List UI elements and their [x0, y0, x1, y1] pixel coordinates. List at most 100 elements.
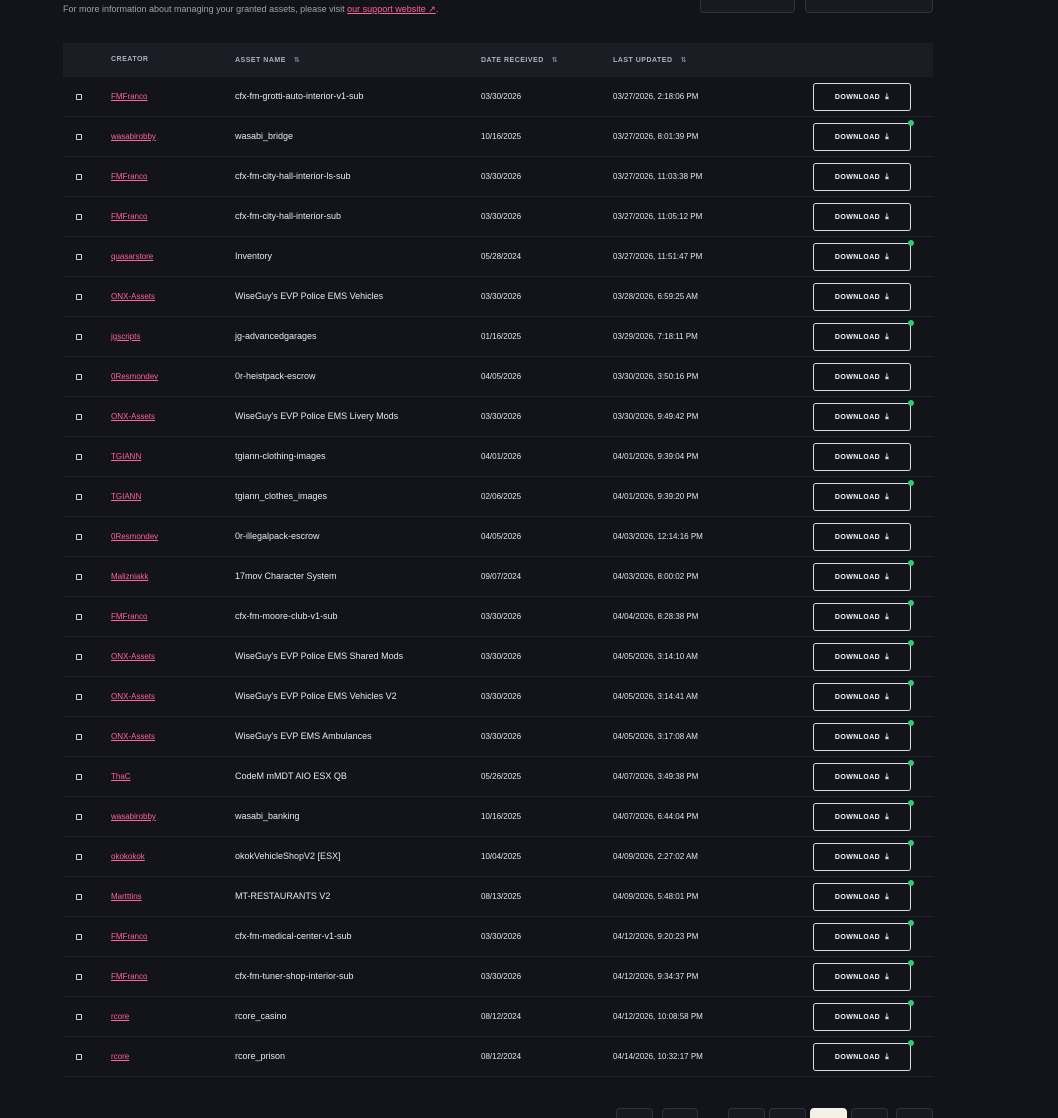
download-button[interactable]: DOWNLOAD ⤓ [813, 243, 911, 271]
creator-link[interactable]: ONX-Assets [111, 652, 155, 661]
download-button[interactable]: DOWNLOAD ⤓ [813, 923, 911, 951]
download-button[interactable]: DOWNLOAD ⤓ [813, 403, 911, 431]
download-button[interactable]: DOWNLOAD ⤓ [813, 563, 911, 591]
creator-link[interactable]: TGIANN [111, 452, 141, 461]
download-button[interactable]: DOWNLOAD ⤓ [813, 363, 911, 391]
download-button[interactable]: DOWNLOAD ⤓ [813, 643, 911, 671]
top-action-button-1[interactable] [700, 0, 795, 13]
pager-button-prev[interactable] [616, 1108, 653, 1118]
row-checkbox[interactable] [76, 574, 82, 580]
row-checkbox[interactable] [76, 814, 82, 820]
last-updated: 03/30/2026, 9:49:42 PM [613, 412, 699, 421]
row-checkbox[interactable] [76, 1014, 82, 1020]
last-updated: 04/14/2026, 10:32:17 PM [613, 1052, 703, 1061]
support-website-link[interactable]: our support website ↗ [347, 4, 436, 14]
creator-link[interactable]: jgscripts [111, 332, 140, 341]
row-checkbox[interactable] [76, 454, 82, 460]
creator-link[interactable]: ONX-Assets [111, 692, 155, 701]
row-checkbox[interactable] [76, 374, 82, 380]
creator-link[interactable]: Malizniakk [111, 572, 148, 581]
column-header-asset-name[interactable]: ASSET NAME ⇅ [235, 56, 300, 64]
column-header-date-received[interactable]: DATE RECEIVED ⇅ [481, 56, 558, 64]
creator-link[interactable]: okokokok [111, 852, 145, 861]
table-row: wasabirobby wasabi_banking 10/16/2025 04/07… [63, 797, 933, 837]
download-button[interactable]: DOWNLOAD ⤓ [813, 163, 911, 191]
row-checkbox[interactable] [76, 694, 82, 700]
creator-link[interactable]: FMFranco [111, 212, 147, 221]
download-button[interactable]: DOWNLOAD ⤓ [813, 123, 911, 151]
download-button[interactable]: DOWNLOAD ⤓ [813, 763, 911, 791]
pager-button[interactable] [851, 1108, 888, 1118]
creator-link[interactable]: 0Resmondev [111, 532, 158, 541]
creator-link[interactable]: Martttins [111, 892, 142, 901]
download-button[interactable]: DOWNLOAD ⤓ [813, 963, 911, 991]
table-row: TGIANN tgiann_clothes_images 02/06/2025 04/… [63, 477, 933, 517]
creator-link[interactable]: FMFranco [111, 932, 147, 941]
row-checkbox[interactable] [76, 174, 82, 180]
download-button[interactable]: DOWNLOAD ⤓ [813, 843, 911, 871]
row-checkbox[interactable] [76, 294, 82, 300]
download-button[interactable]: DOWNLOAD ⤓ [813, 883, 911, 911]
creator-link[interactable]: ONX-Assets [111, 292, 155, 301]
pager-button-next[interactable] [896, 1108, 933, 1118]
creator-link[interactable]: wasabirobby [111, 132, 156, 141]
pager-button-active[interactable] [810, 1108, 847, 1118]
row-checkbox[interactable] [76, 654, 82, 660]
creator-link[interactable]: 0Resmondev [111, 372, 158, 381]
download-button[interactable]: DOWNLOAD ⤓ [813, 603, 911, 631]
last-updated: 04/05/2026, 3:14:41 AM [613, 692, 698, 701]
download-button[interactable]: DOWNLOAD ⤓ [813, 723, 911, 751]
creator-link[interactable]: FMFranco [111, 172, 147, 181]
download-button[interactable]: DOWNLOAD ⤓ [813, 323, 911, 351]
row-checkbox[interactable] [76, 934, 82, 940]
table-row: 0Resmondev 0r-illegalpack-escrow 04/05/202… [63, 517, 933, 557]
download-button[interactable]: DOWNLOAD ⤓ [813, 203, 911, 231]
download-button[interactable]: DOWNLOAD ⤓ [813, 443, 911, 471]
download-icon: ⤓ [885, 772, 890, 781]
row-checkbox[interactable] [76, 214, 82, 220]
row-checkbox[interactable] [76, 134, 82, 140]
download-button[interactable]: DOWNLOAD ⤓ [813, 83, 911, 111]
row-checkbox[interactable] [76, 894, 82, 900]
download-button[interactable]: DOWNLOAD ⤓ [813, 803, 911, 831]
download-button[interactable]: DOWNLOAD ⤓ [813, 523, 911, 551]
creator-link[interactable]: rcore [111, 1012, 129, 1021]
creator-link[interactable]: ONX-Assets [111, 412, 155, 421]
row-checkbox[interactable] [76, 254, 82, 260]
creator-link[interactable]: FMFranco [111, 612, 147, 621]
row-checkbox[interactable] [76, 494, 82, 500]
row-checkbox[interactable] [76, 614, 82, 620]
asset-name: jg-advancedgarages [235, 331, 317, 341]
date-received: 04/05/2026 [481, 532, 522, 541]
creator-link[interactable]: FMFranco [111, 972, 147, 981]
top-action-button-2[interactable] [805, 0, 933, 13]
creator-link[interactable]: ThaC [111, 772, 131, 781]
download-button[interactable]: DOWNLOAD ⤓ [813, 1043, 911, 1071]
row-checkbox[interactable] [76, 774, 82, 780]
row-checkbox[interactable] [76, 534, 82, 540]
creator-link[interactable]: rcore [111, 1052, 129, 1061]
creator-link[interactable]: wasabirobby [111, 812, 156, 821]
table-row: TGIANN tgiann-clothing-images 04/01/2026 04… [63, 437, 933, 477]
row-checkbox[interactable] [76, 334, 82, 340]
download-button[interactable]: DOWNLOAD ⤓ [813, 1003, 911, 1031]
row-checkbox[interactable] [76, 974, 82, 980]
row-checkbox[interactable] [76, 1054, 82, 1060]
row-checkbox[interactable] [76, 94, 82, 100]
download-button[interactable]: DOWNLOAD ⤓ [813, 283, 911, 311]
row-checkbox[interactable] [76, 414, 82, 420]
pager-button[interactable] [769, 1108, 806, 1118]
creator-link[interactable]: ONX-Assets [111, 732, 155, 741]
creator-link[interactable]: TGIANN [111, 492, 141, 501]
column-header-creator[interactable]: CREATOR [111, 56, 148, 63]
creator-link[interactable]: FMFranco [111, 92, 147, 101]
pager-button[interactable] [728, 1108, 765, 1118]
download-button[interactable]: DOWNLOAD ⤓ [813, 683, 911, 711]
download-icon: ⤓ [885, 892, 890, 901]
column-header-last-updated[interactable]: LAST UPDATED ⇅ [613, 56, 687, 64]
pager-button[interactable] [662, 1108, 698, 1118]
download-button[interactable]: DOWNLOAD ⤓ [813, 483, 911, 511]
row-checkbox[interactable] [76, 854, 82, 860]
creator-link[interactable]: quasarstore [111, 252, 153, 261]
row-checkbox[interactable] [76, 734, 82, 740]
